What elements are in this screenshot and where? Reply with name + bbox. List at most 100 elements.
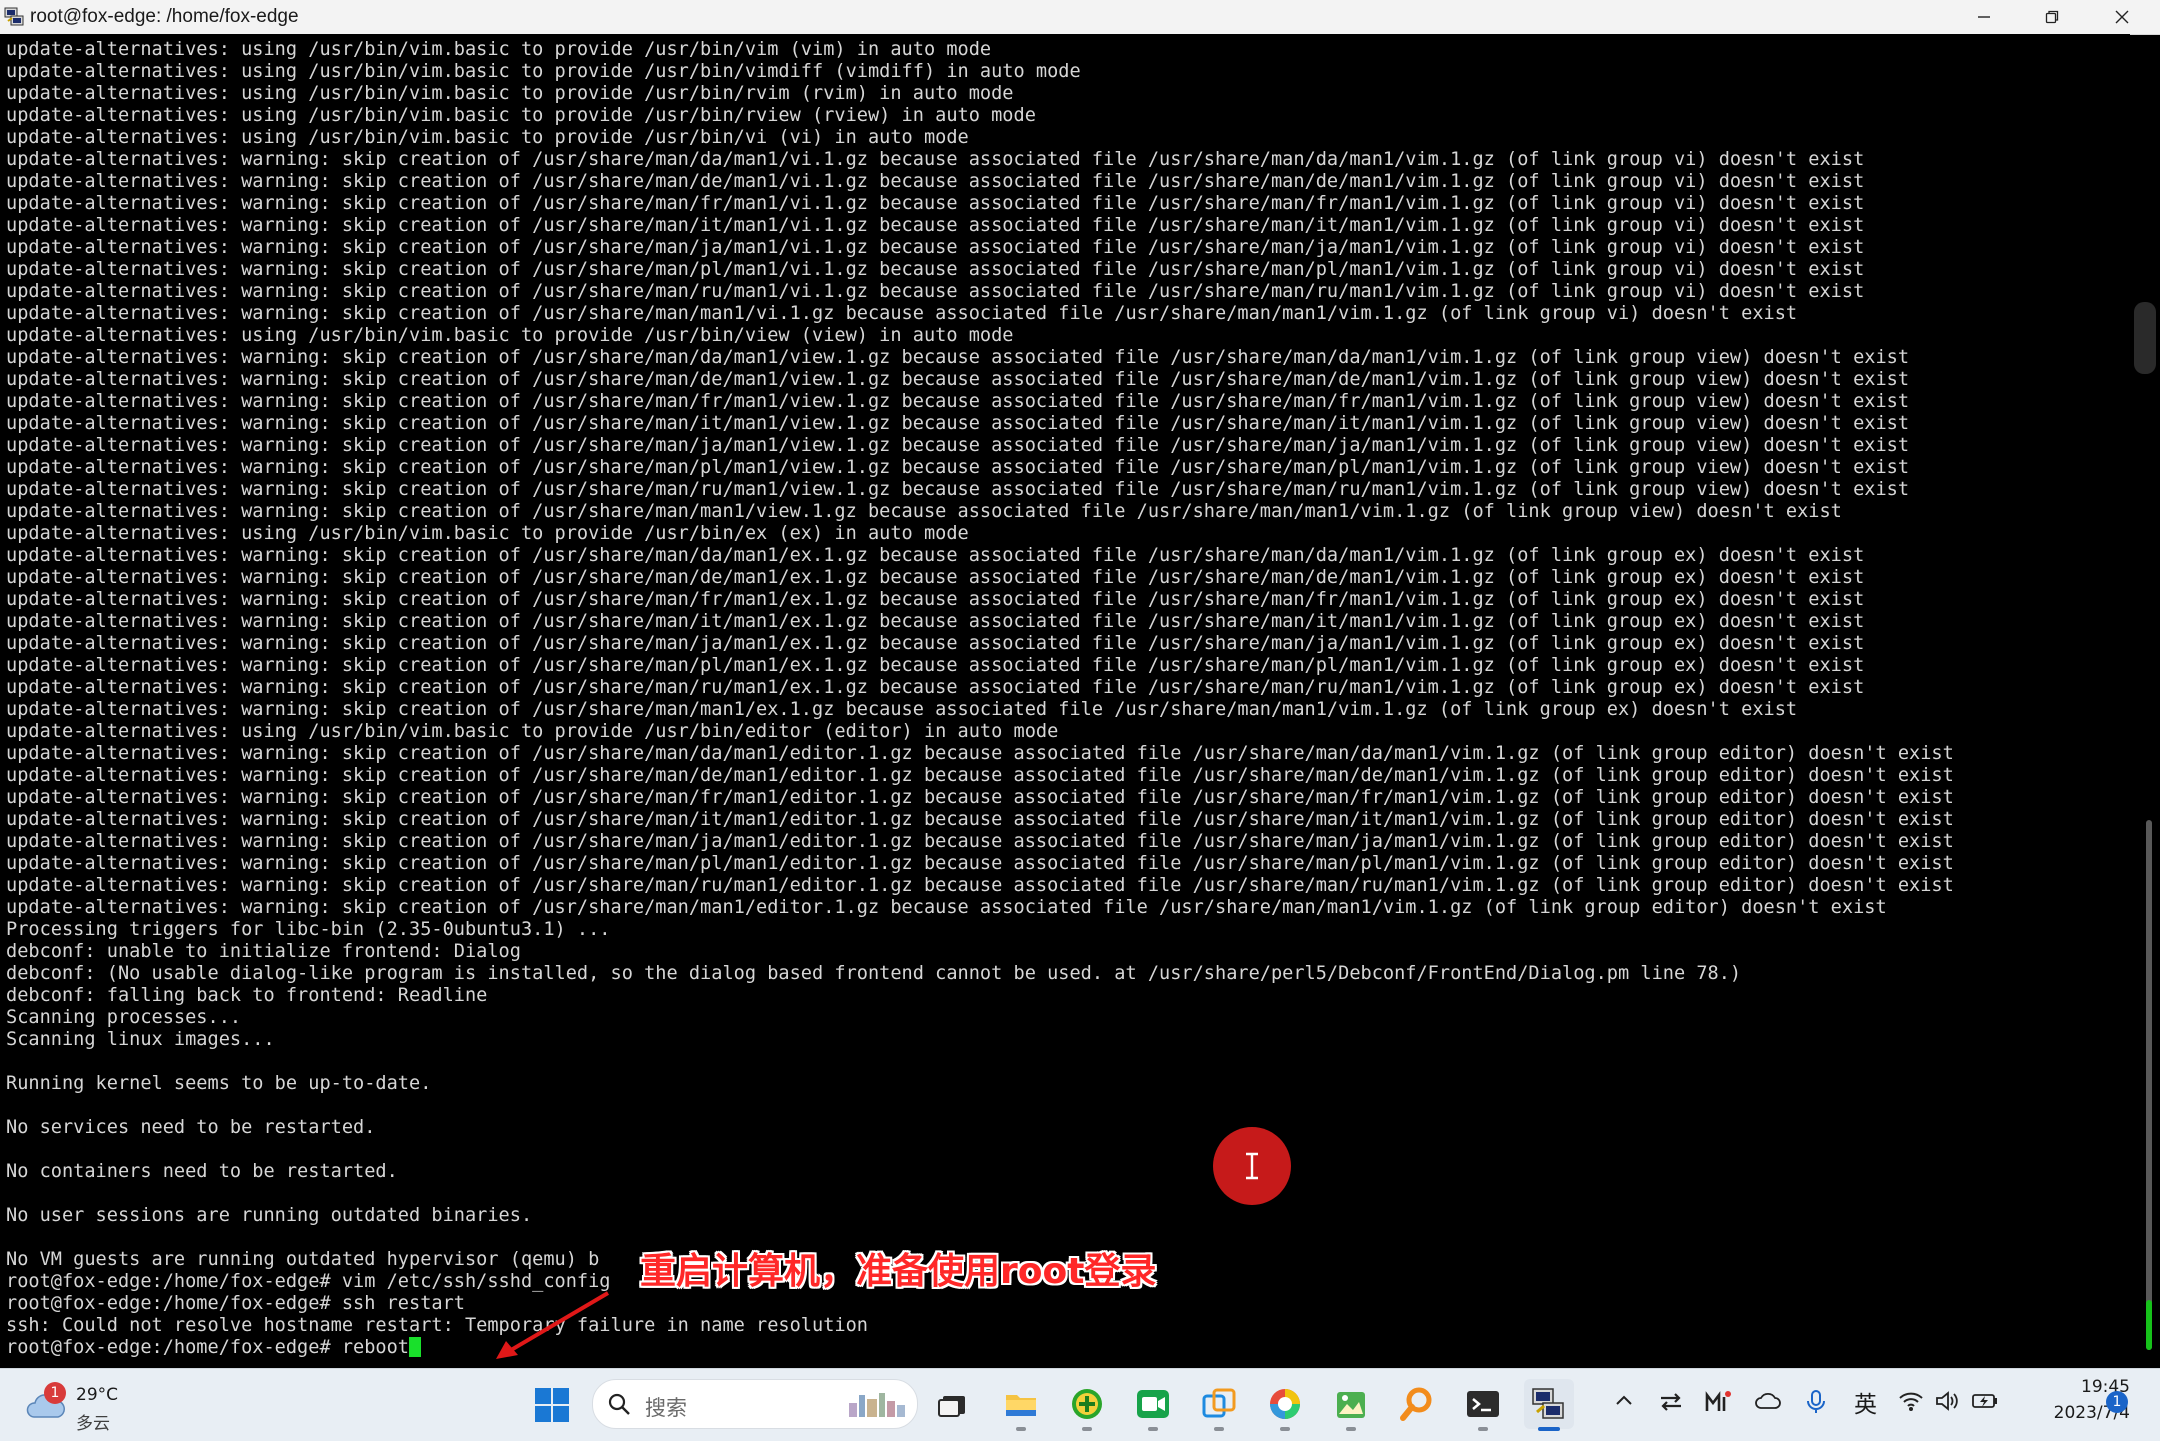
- taskbar-app-windows[interactable]: [1194, 1379, 1244, 1431]
- terminal-line: root@fox-edge:/home/fox-edge# ssh restar…: [6, 1293, 465, 1314]
- terminal-prompt-line[interactable]: root@fox-edge:/home/fox-edge# reboot: [6, 1337, 1954, 1359]
- terminal-line: update-alternatives: warning: skip creat…: [6, 787, 1954, 808]
- close-button[interactable]: [2094, 0, 2150, 34]
- terminal-line: Scanning linux images...: [6, 1029, 275, 1050]
- mouse-cursor-highlight: [1213, 1127, 1291, 1205]
- overlapping-windows-icon: [1202, 1388, 1236, 1418]
- window-titlebar[interactable]: root@fox-edge: /home/fox-edge: [0, 0, 2160, 35]
- terminal-line: update-alternatives: warning: skip creat…: [6, 369, 1910, 390]
- scrollbar-thumb[interactable]: [2134, 302, 2156, 374]
- minimize-icon: [1978, 16, 1990, 18]
- running-indicator: [1082, 1427, 1092, 1431]
- scrollbar-track[interactable]: [2146, 820, 2152, 1350]
- running-indicator: [1148, 1427, 1158, 1431]
- notification-badge[interactable]: 1: [2106, 1391, 2128, 1413]
- taskbar-app-search-tool[interactable]: [1392, 1379, 1442, 1429]
- terminal-line: update-alternatives: using /usr/bin/vim.…: [6, 325, 1014, 346]
- video-recorder-icon: [1137, 1390, 1169, 1418]
- terminal-line: update-alternatives: using /usr/bin/vim.…: [6, 39, 992, 60]
- terminal-line: update-alternatives: warning: skip creat…: [6, 699, 1798, 720]
- running-indicator: [1016, 1427, 1026, 1431]
- weather-description: 多云: [76, 1414, 110, 1434]
- terminal-area[interactable]: update-alternatives: using /usr/bin/vim.…: [0, 34, 2130, 1368]
- microphone-icon[interactable]: [1804, 1389, 1828, 1415]
- terminal-line: No containers need to be restarted.: [6, 1161, 398, 1182]
- taskbar-app-image-viewer[interactable]: [1326, 1379, 1376, 1431]
- running-indicator: [1280, 1427, 1290, 1431]
- battery-icon[interactable]: [1970, 1389, 2000, 1413]
- weather-widget[interactable]: 1 29°C 多云: [20, 1381, 140, 1434]
- taskbar-app-green-plus[interactable]: [1062, 1379, 1112, 1431]
- taskbar-task-view[interactable]: [928, 1379, 978, 1429]
- taskbar-app-putty[interactable]: [1524, 1379, 1574, 1431]
- terminal-line: update-alternatives: using /usr/bin/vim.…: [6, 83, 1014, 104]
- putty-icon: [4, 7, 24, 26]
- running-indicator: [1538, 1427, 1560, 1431]
- search-icon: [608, 1393, 630, 1415]
- taskbar: 1 29°C 多云 搜索 英 19:45 2023/7/4 1: [0, 1368, 2160, 1441]
- terminal-line: debconf: unable to initialize frontend: …: [6, 941, 521, 962]
- task-view-icon: [938, 1396, 965, 1417]
- terminal-line: update-alternatives: warning: skip creat…: [6, 259, 1865, 280]
- terminal-line: update-alternatives: warning: skip creat…: [6, 589, 1865, 610]
- cloud-icon[interactable]: [1754, 1389, 1782, 1413]
- terminal-prompt-text: root@fox-edge:/home/fox-edge# reboot: [6, 1337, 409, 1358]
- taskbar-app-browser[interactable]: [1260, 1379, 1310, 1431]
- terminal-line: update-alternatives: using /usr/bin/vim.…: [6, 61, 1081, 82]
- magnifier-app-icon: [1400, 1387, 1432, 1421]
- terminal-line: update-alternatives: warning: skip creat…: [6, 875, 1954, 896]
- terminal-line: update-alternatives: warning: skip creat…: [6, 347, 1910, 368]
- speaker-icon[interactable]: [1934, 1389, 1960, 1413]
- terminal-line: update-alternatives: warning: skip creat…: [6, 391, 1910, 412]
- taskbar-search[interactable]: 搜索: [592, 1379, 918, 1429]
- app-tray-icon[interactable]: [1704, 1389, 1732, 1415]
- terminal-line: debconf: falling back to frontend: Readl…: [6, 985, 488, 1006]
- search-highlight-icon: [849, 1393, 905, 1417]
- terminal-line: update-alternatives: warning: skip creat…: [6, 281, 1865, 302]
- start-button[interactable]: [534, 1387, 570, 1423]
- terminal-line: update-alternatives: warning: skip creat…: [6, 897, 1887, 918]
- terminal-line: Running kernel seems to be up-to-date.: [6, 1073, 432, 1094]
- weather-badge: 1: [44, 1382, 66, 1404]
- terminal-line: update-alternatives: warning: skip creat…: [6, 413, 1910, 434]
- terminal-line: update-alternatives: warning: skip creat…: [6, 303, 1798, 324]
- terminal-line: update-alternatives: warning: skip creat…: [6, 237, 1865, 258]
- terminal-line: update-alternatives: warning: skip creat…: [6, 831, 1954, 852]
- terminal-line: update-alternatives: using /usr/bin/vim.…: [6, 127, 969, 148]
- terminal-line: update-alternatives: warning: skip creat…: [6, 567, 1865, 588]
- terminal-line: update-alternatives: warning: skip creat…: [6, 149, 1865, 170]
- terminal-line: update-alternatives: using /usr/bin/vim.…: [6, 523, 969, 544]
- terminal-line: update-alternatives: warning: skip creat…: [6, 435, 1910, 456]
- terminal-icon: [1467, 1391, 1499, 1417]
- image-app-icon: [1337, 1392, 1365, 1418]
- terminal-line: update-alternatives: warning: skip creat…: [6, 193, 1865, 214]
- terminal-line: update-alternatives: warning: skip creat…: [6, 171, 1865, 192]
- green-plus-app-icon: [1072, 1389, 1102, 1419]
- wifi-icon[interactable]: [1898, 1389, 1924, 1413]
- search-placeholder: 搜索: [645, 1396, 687, 1420]
- transfer-icon[interactable]: [1658, 1389, 1684, 1415]
- annotation-text: 重启计算机，准备使用root登录: [640, 1251, 1157, 1292]
- scrollbar-position[interactable]: [2146, 1300, 2152, 1350]
- terminal-line: update-alternatives: warning: skip creat…: [6, 677, 1865, 698]
- running-indicator: [1478, 1427, 1488, 1431]
- text-cursor: [409, 1337, 421, 1357]
- window-title: root@fox-edge: /home/fox-edge: [30, 6, 299, 27]
- minimize-button[interactable]: [1956, 0, 2012, 34]
- taskbar-app-recorder[interactable]: [1128, 1379, 1178, 1431]
- restore-icon: [2045, 10, 2059, 24]
- terminal-line: update-alternatives: warning: skip creat…: [6, 457, 1910, 478]
- input-method-indicator[interactable]: 英: [1854, 1385, 1877, 1419]
- weather-temperature: 29°C: [76, 1385, 119, 1405]
- ibeam-cursor-icon: [1246, 1152, 1258, 1180]
- terminal-line: update-alternatives: warning: skip creat…: [6, 633, 1865, 654]
- show-hidden-icons-chevron-icon[interactable]: [1612, 1389, 1636, 1413]
- taskbar-file-explorer[interactable]: [996, 1379, 1046, 1431]
- terminal-output: update-alternatives: using /usr/bin/vim.…: [6, 39, 1954, 1359]
- taskbar-app-terminal[interactable]: [1458, 1379, 1508, 1431]
- colorful-browser-icon: [1270, 1389, 1300, 1419]
- restore-button[interactable]: [2024, 0, 2080, 34]
- terminal-line: update-alternatives: warning: skip creat…: [6, 853, 1954, 874]
